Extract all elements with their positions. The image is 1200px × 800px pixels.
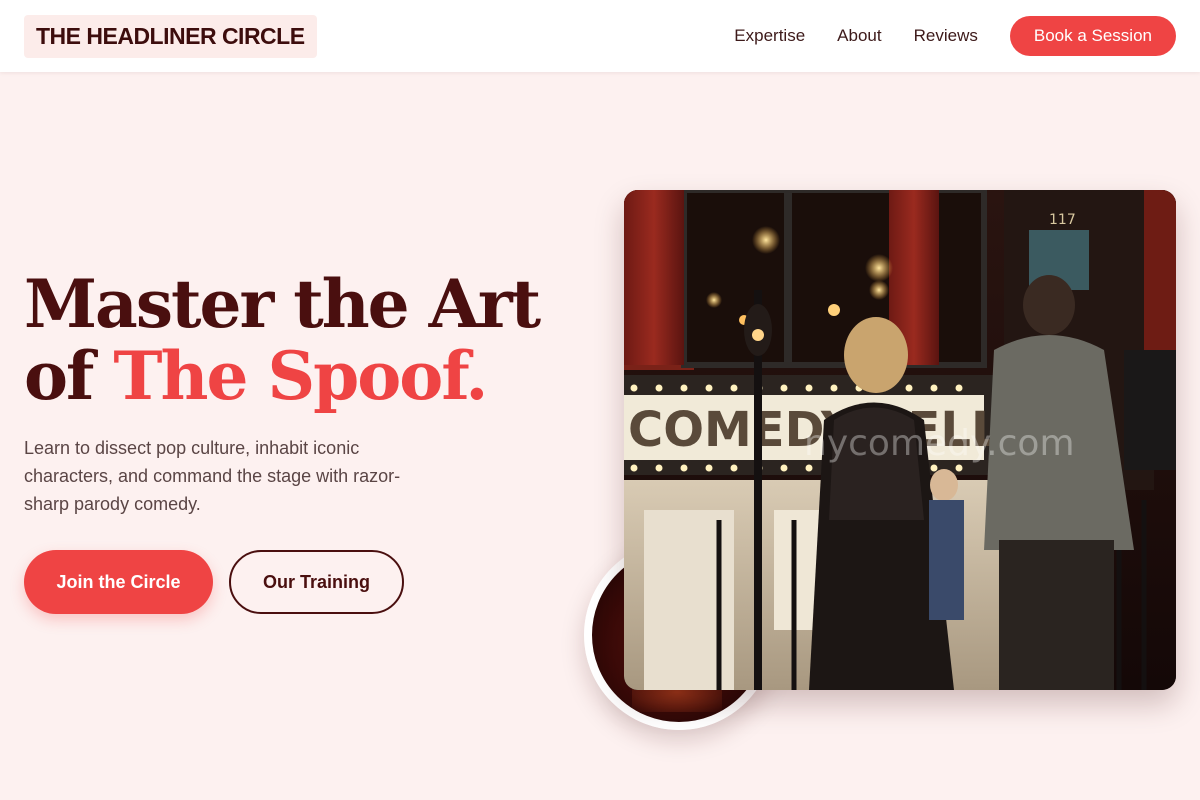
- comedy-club-photo: 117 COMEDY CELLAR nycomedy.com: [624, 190, 1176, 690]
- headline-of: of: [24, 337, 114, 415]
- our-training-button[interactable]: Our Training: [229, 550, 404, 614]
- hero-photo: 117 COMEDY CELLAR nycomedy.com: [624, 190, 1176, 690]
- join-circle-button[interactable]: Join the Circle: [24, 550, 213, 614]
- photo-watermark: nycomedy.com: [804, 423, 1075, 464]
- book-session-button[interactable]: Book a Session: [1009, 16, 1176, 56]
- hero-headline: Master the Art of The Spoof.: [24, 265, 541, 415]
- site-logo[interactable]: THE HEADLINER CIRCLE: [24, 14, 317, 58]
- headline-line-1: Master the Art: [24, 265, 541, 343]
- nav-link-about[interactable]: About: [837, 26, 881, 46]
- nav-link-reviews[interactable]: Reviews: [914, 26, 978, 46]
- site-header: THE HEADLINER CIRCLE Expertise About Rev…: [0, 0, 1200, 72]
- door-number: 117: [1049, 212, 1076, 228]
- headline-accent: The Spoof.: [113, 337, 488, 415]
- hero-subtext: Learn to dissect pop culture, inhabit ic…: [24, 438, 401, 514]
- nav-link-expertise[interactable]: Expertise: [734, 26, 805, 46]
- main-nav: Expertise About Reviews Book a Session: [734, 16, 1176, 56]
